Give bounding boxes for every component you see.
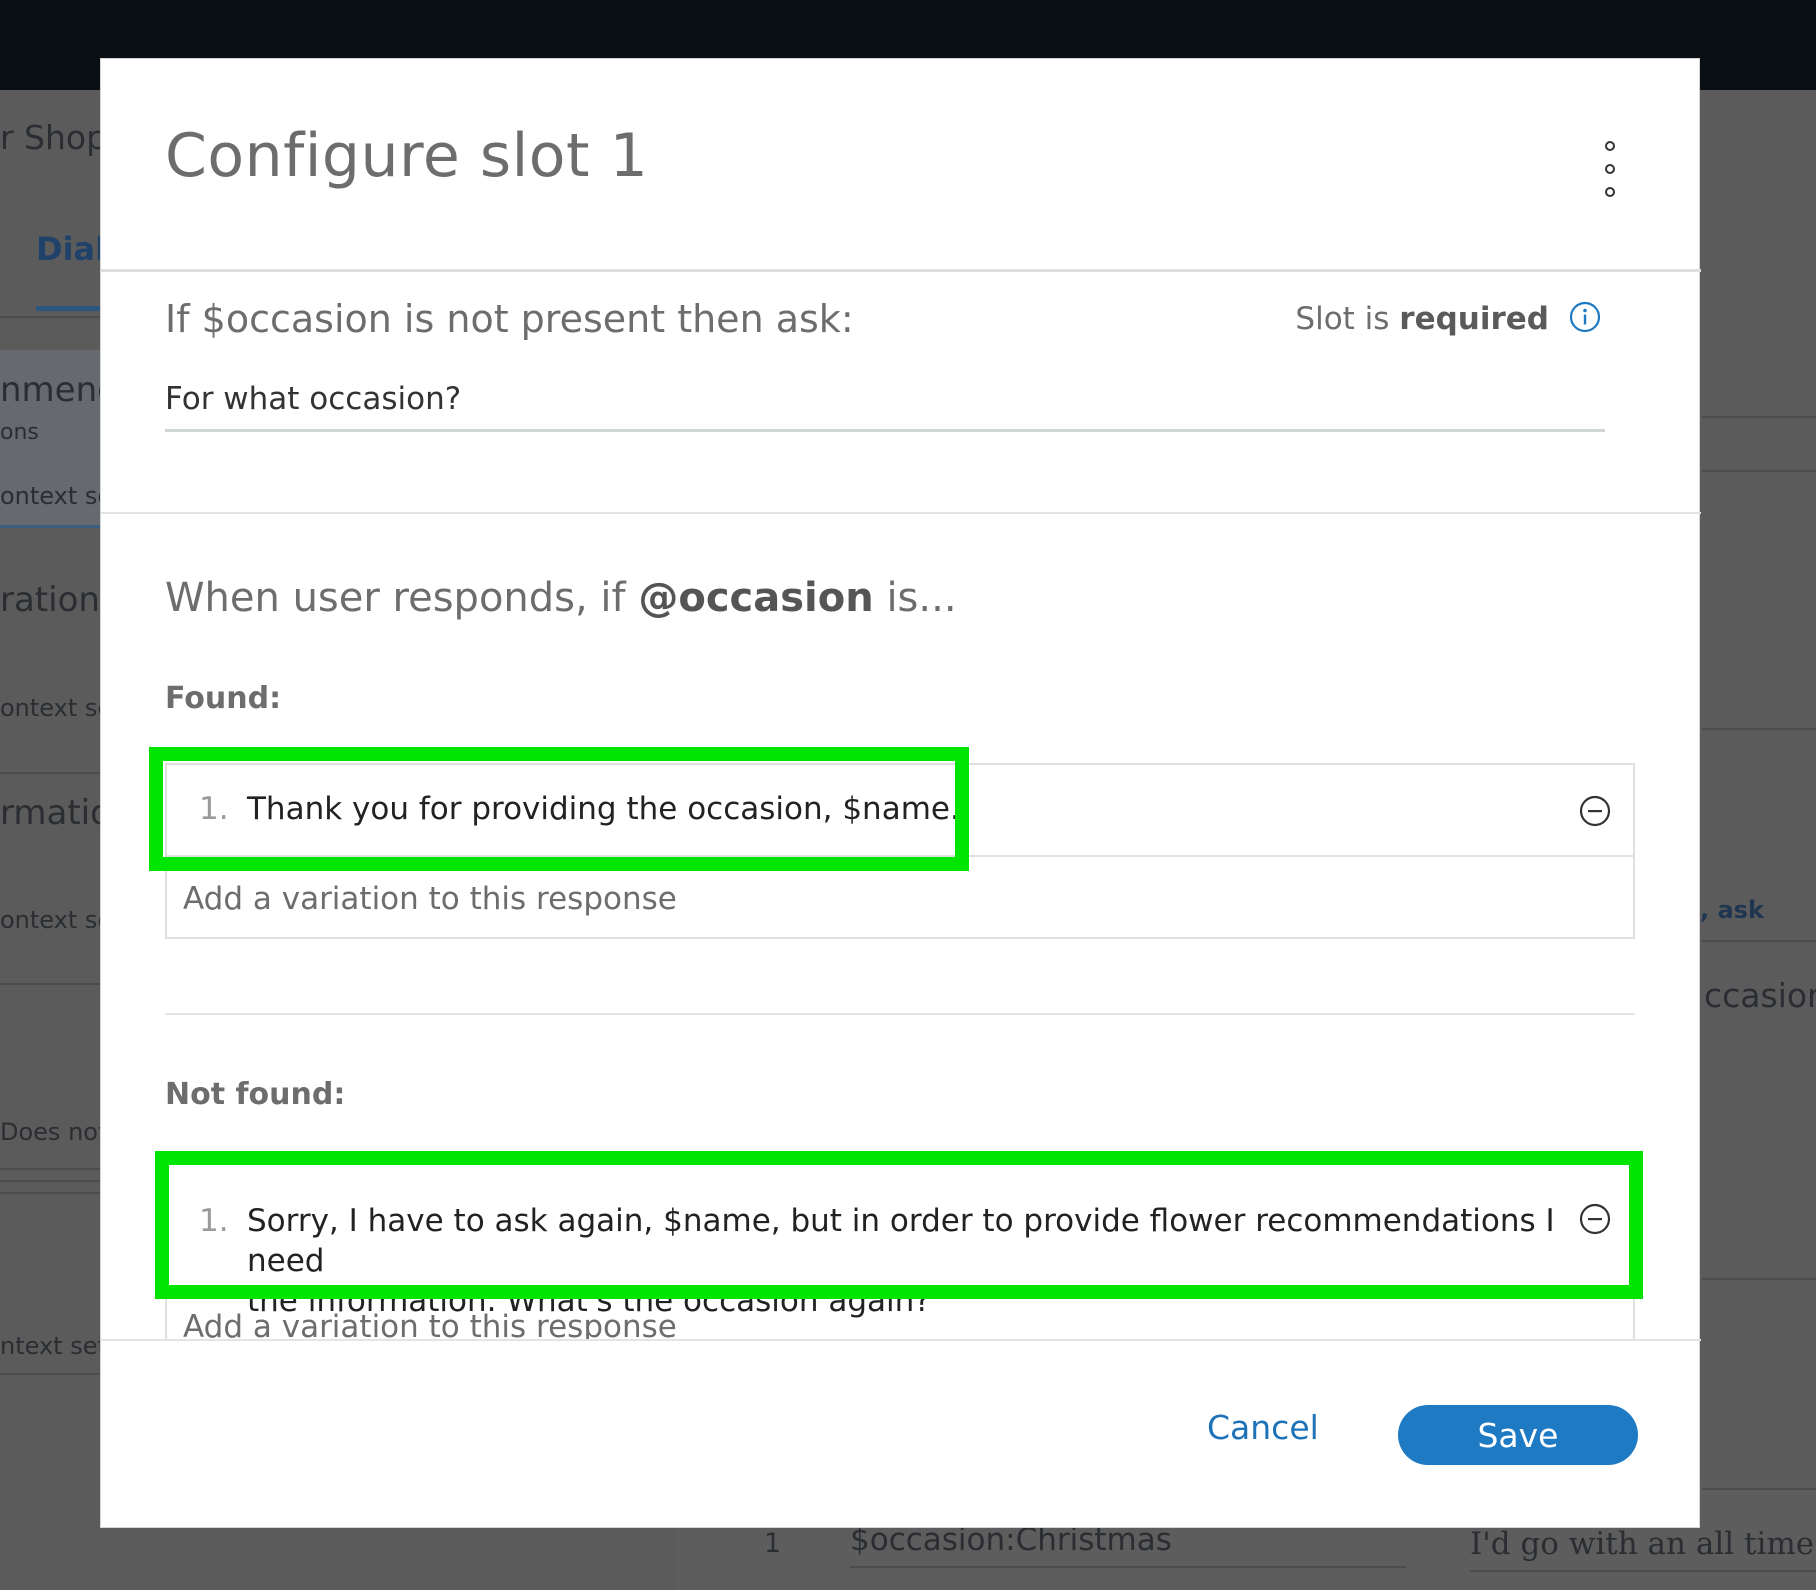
remove-response-icon[interactable] <box>1579 795 1611 827</box>
bg-node-sub: ons <box>0 420 39 445</box>
bg-divider <box>1470 1570 1816 1572</box>
when-prefix: When user responds, if <box>165 575 626 621</box>
slot-is-label: Slot is <box>1295 301 1390 337</box>
found-response-item[interactable]: 1. Thank you for providing the occasion,… <box>167 765 1633 857</box>
kebab-dot <box>1605 187 1615 197</box>
bg-tab-dialog: Dial <box>36 230 107 268</box>
when-entity: @occasion <box>638 575 874 621</box>
add-variation-input[interactable]: Add a variation to this response <box>183 1309 677 1339</box>
overflow-menu-icon[interactable] <box>1598 141 1622 197</box>
bg-right-ask: , ask <box>1700 896 1764 924</box>
found-label: Found: <box>165 681 282 716</box>
bg-node-context: ontext se <box>0 906 113 934</box>
bg-divider <box>0 316 100 318</box>
response-text: Thank you for providing the occasion, $n… <box>247 791 960 827</box>
response-number: 1. <box>199 1203 229 1239</box>
bg-node-title: ration <box>0 580 100 620</box>
not-found-response-item[interactable]: 1. Sorry, I have to ask again, $name, bu… <box>167 1161 1633 1319</box>
not-found-response-list: 1. Sorry, I have to ask again, $name, bu… <box>165 1159 1635 1339</box>
bg-divider <box>850 1566 1406 1568</box>
bg-divider <box>0 1192 100 1194</box>
ask-label: If $occasion is not present then ask: <box>165 297 854 341</box>
bg-divider <box>1702 728 1816 730</box>
header-divider <box>101 269 1701 272</box>
configure-slot-modal: Configure slot 1 If $occasion is not pre… <box>100 58 1701 1528</box>
footer-divider <box>101 1339 1701 1341</box>
bg-node-context: ontext se <box>0 482 113 510</box>
modal-title: Configure slot 1 <box>165 121 649 191</box>
bg-divider <box>1702 940 1816 942</box>
bg-node-context: ntext set <box>0 1332 107 1360</box>
bg-row-response: I'd go with an all time cla <box>1470 1526 1816 1562</box>
response-text-line: Sorry, I have to ask again, $name, but i… <box>247 1203 1555 1279</box>
bg-divider <box>0 772 100 774</box>
bg-row-number: 1 <box>764 1528 782 1559</box>
bg-divider <box>1702 416 1816 418</box>
bg-right-occasion: ccasion <box>1704 976 1816 1015</box>
bg-divider <box>0 1373 100 1375</box>
bg-divider <box>0 1168 100 1170</box>
response-number: 1. <box>199 791 229 827</box>
when-suffix: is... <box>886 575 957 621</box>
add-variation-input[interactable]: Add a variation to this response <box>183 881 677 917</box>
section-divider <box>165 1013 1635 1015</box>
bg-divider <box>1702 1488 1816 1490</box>
bg-divider <box>1702 470 1816 472</box>
bg-node-context: ontext se <box>0 694 113 722</box>
slot-required-toggle[interactable]: Slot is required <box>1295 301 1549 337</box>
when-user-responds-label: When user responds, if @occasion is... <box>165 575 957 621</box>
save-button[interactable]: Save <box>1398 1405 1638 1465</box>
ask-prompt-input[interactable]: For what occasion? <box>165 381 1605 432</box>
response-text: Sorry, I have to ask again, $name, but i… <box>247 1201 1633 1321</box>
bg-divider <box>0 1180 100 1182</box>
kebab-dot <box>1605 164 1615 174</box>
bg-divider <box>0 983 100 985</box>
required-label: required <box>1399 301 1549 337</box>
bg-tab-underline <box>36 306 100 311</box>
section-divider <box>101 512 1701 514</box>
found-response-list: 1. Thank you for providing the occasion,… <box>165 763 1635 939</box>
remove-response-icon[interactable] <box>1579 1203 1611 1235</box>
bg-divider <box>1702 1278 1816 1280</box>
info-icon[interactable] <box>1569 301 1601 333</box>
cancel-button[interactable]: Cancel <box>1201 1407 1325 1448</box>
not-found-label: Not found: <box>165 1077 346 1112</box>
kebab-dot <box>1605 141 1615 151</box>
